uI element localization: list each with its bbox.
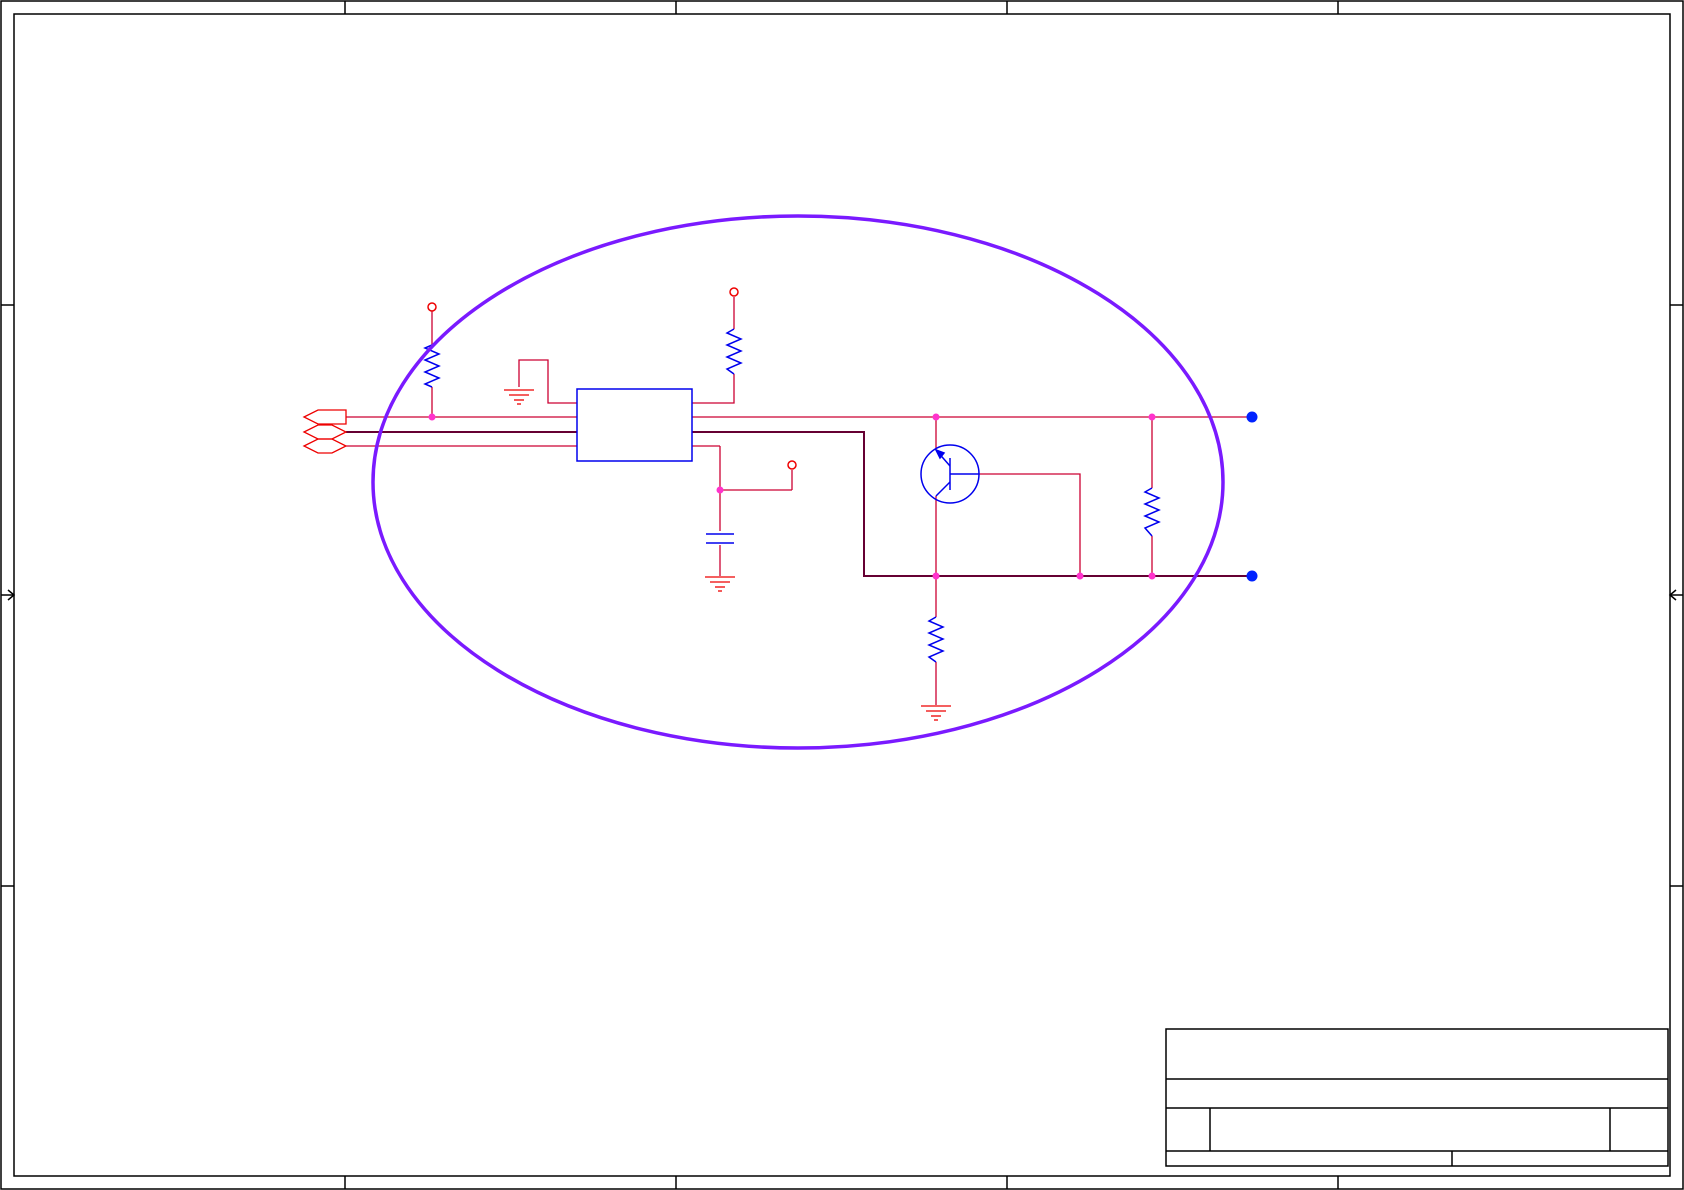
ground-1-icon xyxy=(504,389,534,405)
signal-connector-3-icon xyxy=(302,438,348,454)
bias-resistor-icon xyxy=(725,328,743,375)
vcc-supply-3-icon xyxy=(787,460,797,470)
junction-dot xyxy=(1076,572,1084,580)
connectors xyxy=(302,409,348,454)
junction-dot xyxy=(1148,413,1156,421)
junction-dot xyxy=(932,572,940,580)
junction-dot xyxy=(428,413,436,421)
drawing-frame xyxy=(0,0,1684,1190)
frame-outer-border xyxy=(0,0,1684,1190)
decoupling-capacitor-icon xyxy=(706,533,734,544)
wire-ic-to-ground xyxy=(518,359,577,404)
wire-bias-to-ic xyxy=(692,374,735,404)
bus-wires xyxy=(346,431,1252,577)
schematic-canvas xyxy=(0,0,1684,1190)
power-symbols xyxy=(427,287,797,470)
vcc-supply-1-icon xyxy=(427,302,437,312)
ic-body xyxy=(576,388,693,462)
terminals xyxy=(1246,411,1258,582)
junctions xyxy=(428,413,1156,580)
bus-wire-return xyxy=(692,431,1252,577)
signal-connector-1-icon xyxy=(302,409,347,425)
ground-2-icon xyxy=(705,576,735,592)
junction-dot xyxy=(716,486,724,494)
title-block xyxy=(1165,1028,1669,1167)
vcc-supply-2-icon xyxy=(729,287,739,297)
highlight-ellipse xyxy=(371,214,1225,750)
shunt-resistor-icon xyxy=(1143,487,1161,537)
components xyxy=(423,328,1161,663)
junction-dot xyxy=(1148,572,1156,580)
emitter-resistor-icon xyxy=(927,616,945,663)
output-terminal-1-icon xyxy=(1246,411,1258,423)
ground-symbols xyxy=(504,389,951,721)
frame-inner-border xyxy=(13,13,1671,1177)
ground-3-icon xyxy=(921,705,951,721)
output-terminal-2-icon xyxy=(1246,570,1258,582)
wire-base xyxy=(979,473,1081,576)
wires xyxy=(346,297,1252,705)
junction-dot xyxy=(932,413,940,421)
pnp-transistor-icon xyxy=(920,444,980,504)
signal-connector-2-icon xyxy=(302,424,348,440)
title-block-border xyxy=(1165,1028,1669,1167)
